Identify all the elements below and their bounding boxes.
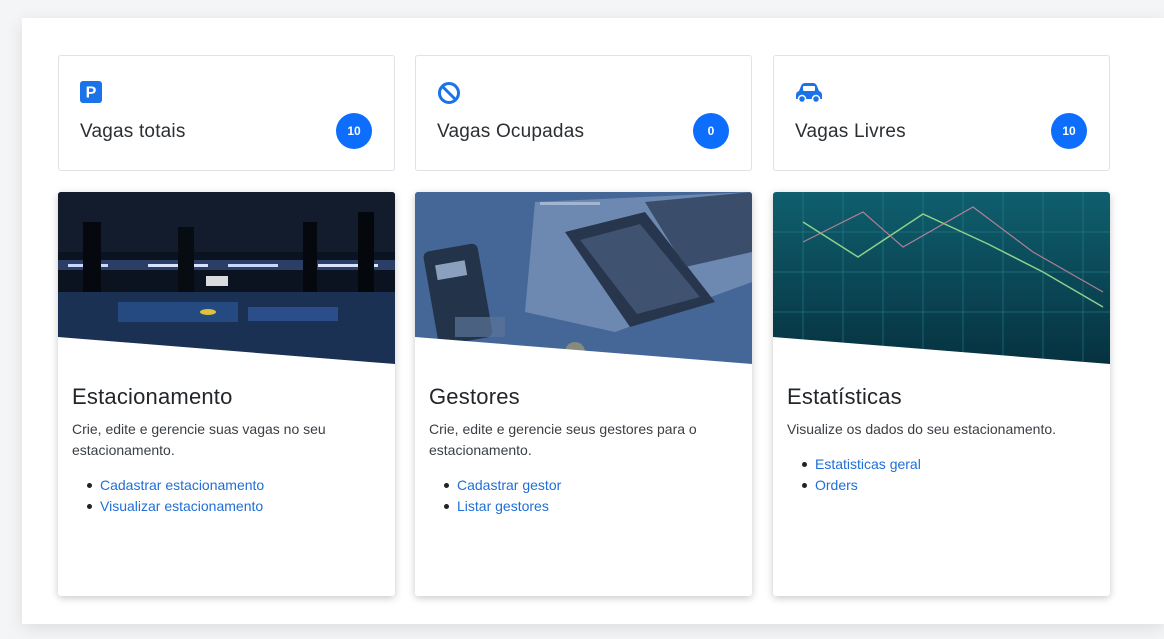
line-chart-image xyxy=(773,192,1110,367)
list-item: Listar gestores xyxy=(444,496,740,517)
ban-icon xyxy=(437,81,461,105)
list-item: Cadastrar estacionamento xyxy=(87,475,383,496)
link-estatisticas-geral[interactable]: Estatisticas geral xyxy=(815,456,921,472)
list-item: Visualizar estacionamento xyxy=(87,496,383,517)
laptop-desk-image xyxy=(415,192,752,367)
card-estacionamento: Estacionamento Crie, edite e gerencie su… xyxy=(58,192,395,596)
stat-label: Vagas Livres xyxy=(795,121,906,142)
stat-count-badge: 10 xyxy=(1051,113,1087,149)
stat-card-occupied: Vagas Ocupadas 0 xyxy=(415,55,752,171)
list-item: Estatisticas geral xyxy=(802,454,1098,475)
card-link-list: Estatisticas geral Orders xyxy=(787,454,1098,496)
parking-icon: P xyxy=(80,81,104,105)
stat-card-total: P Vagas totais 10 xyxy=(58,55,395,171)
list-item: Cadastrar gestor xyxy=(444,475,740,496)
car-icon xyxy=(795,81,823,105)
svg-text:P: P xyxy=(86,85,97,102)
stat-label: Vagas Ocupadas xyxy=(437,121,585,142)
link-cadastrar-estacionamento[interactable]: Cadastrar estacionamento xyxy=(100,477,264,493)
card-title: Gestores xyxy=(429,384,520,409)
card-gestores: Gestores Crie, edite e gerencie seus ges… xyxy=(415,192,752,596)
card-link-list: Cadastrar gestor Listar gestores xyxy=(429,475,740,517)
card-description: Crie, edite e gerencie seus gestores par… xyxy=(429,421,697,458)
card-title: Estacionamento xyxy=(72,384,233,409)
card-link-list: Cadastrar estacionamento Visualizar esta… xyxy=(72,475,383,517)
card-description: Visualize os dados do seu estacionamento… xyxy=(787,421,1057,437)
link-orders[interactable]: Orders xyxy=(815,477,858,493)
stat-count-badge: 0 xyxy=(693,113,729,149)
card-estatisticas: Estatísticas Visualize os dados do seu e… xyxy=(773,192,1110,596)
link-cadastrar-gestor[interactable]: Cadastrar gestor xyxy=(457,477,561,493)
parking-garage-image xyxy=(58,192,395,367)
card-description: Crie, edite e gerencie suas vagas no seu… xyxy=(72,421,326,458)
card-title: Estatísticas xyxy=(787,384,902,409)
link-visualizar-estacionamento[interactable]: Visualizar estacionamento xyxy=(100,498,263,514)
link-listar-gestores[interactable]: Listar gestores xyxy=(457,498,549,514)
list-item: Orders xyxy=(802,475,1098,496)
stat-label: Vagas totais xyxy=(80,121,186,142)
stat-count-badge: 10 xyxy=(336,113,372,149)
stat-card-free: Vagas Livres 10 xyxy=(773,55,1110,171)
